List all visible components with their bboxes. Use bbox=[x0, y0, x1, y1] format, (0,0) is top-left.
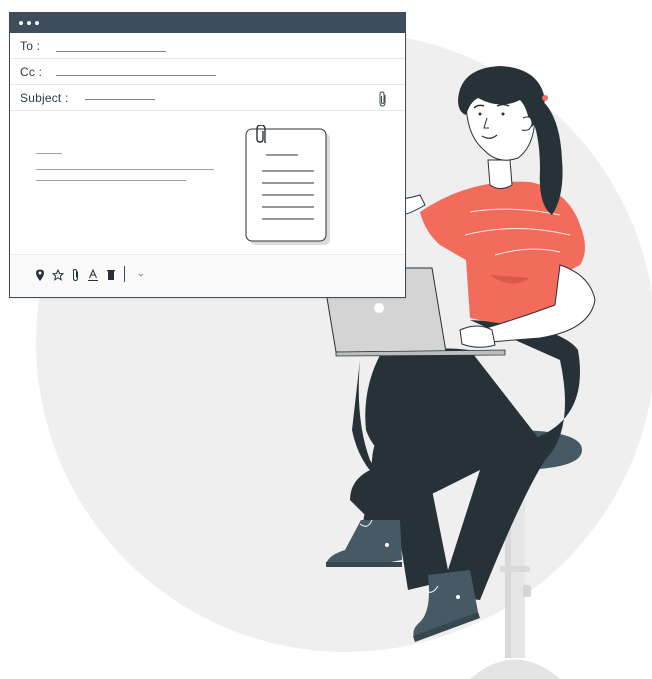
subject-field-value[interactable] bbox=[85, 99, 155, 100]
paperclip-icon[interactable] bbox=[70, 268, 82, 282]
window-titlebar bbox=[10, 13, 405, 33]
stool-base bbox=[470, 659, 560, 679]
cc-label: Cc : bbox=[20, 65, 43, 79]
shoe-back-dot bbox=[385, 543, 389, 547]
paperclip-icon[interactable] bbox=[377, 91, 389, 107]
window-dot[interactable] bbox=[19, 21, 23, 25]
window-controls bbox=[19, 21, 39, 25]
laptop-logo bbox=[374, 303, 384, 313]
text-format-icon[interactable] bbox=[87, 268, 99, 282]
document-page bbox=[245, 128, 327, 242]
stool-ring bbox=[500, 566, 530, 572]
trash-icon[interactable] bbox=[105, 268, 117, 282]
attached-document[interactable] bbox=[240, 125, 332, 247]
subject-label: Subject : bbox=[20, 91, 69, 105]
to-field-value[interactable] bbox=[56, 51, 166, 52]
neck bbox=[487, 159, 513, 189]
to-label: To : bbox=[20, 39, 41, 53]
compose-toolbar bbox=[10, 254, 405, 297]
stool-knob bbox=[523, 585, 531, 597]
body-text-line bbox=[36, 180, 186, 181]
eye-left bbox=[478, 112, 482, 116]
eye-right bbox=[501, 112, 505, 116]
ear bbox=[521, 116, 533, 131]
location-pin-icon[interactable] bbox=[34, 268, 46, 282]
scene: To : Cc : Subject : bbox=[0, 0, 652, 679]
subject-field-row[interactable]: Subject : bbox=[10, 85, 405, 111]
body-text-line bbox=[36, 153, 62, 154]
cc-field-row[interactable]: Cc : bbox=[10, 59, 405, 85]
to-field-row[interactable]: To : bbox=[10, 33, 405, 59]
window-dot[interactable] bbox=[35, 21, 39, 25]
shoe-front-dot bbox=[456, 595, 460, 599]
hand-lower bbox=[459, 325, 496, 348]
shoe-back-sole bbox=[326, 562, 402, 567]
email-compose-window: To : Cc : Subject : bbox=[9, 12, 406, 298]
window-dot[interactable] bbox=[27, 21, 31, 25]
hair-band bbox=[542, 95, 548, 101]
star-icon[interactable] bbox=[52, 268, 64, 282]
body-text-line bbox=[36, 169, 214, 170]
cc-field-value[interactable] bbox=[56, 75, 216, 76]
chevron-down-icon[interactable] bbox=[135, 268, 147, 282]
toolbar-divider bbox=[124, 266, 125, 282]
